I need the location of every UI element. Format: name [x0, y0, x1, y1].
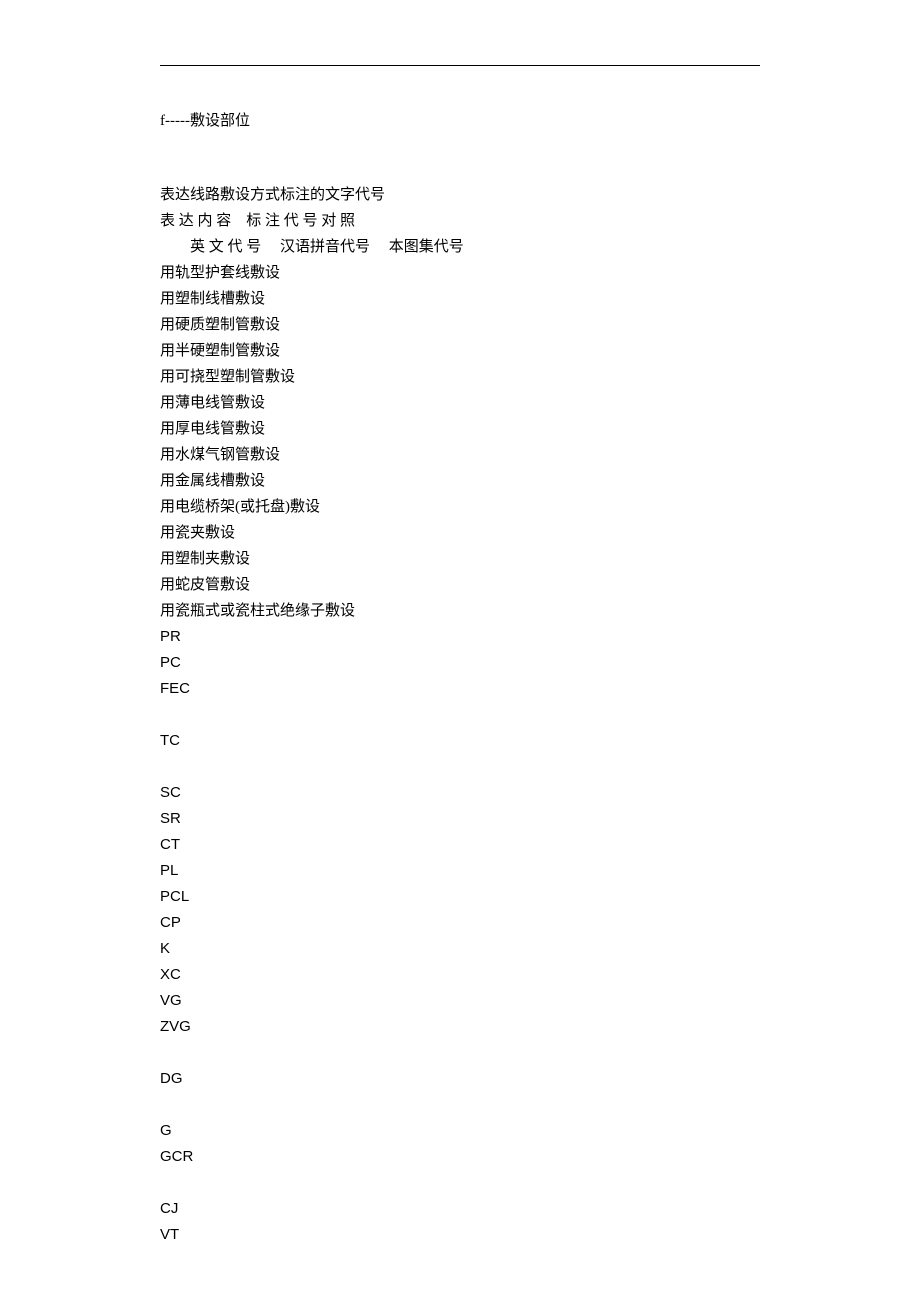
page-divider: [160, 65, 760, 66]
spacer: [160, 1170, 760, 1196]
code-item: CT: [160, 832, 760, 858]
code-item: PCL: [160, 884, 760, 910]
method-item: 用塑制线槽敷设: [160, 286, 760, 312]
spacer: [160, 702, 760, 728]
method-item: 用水煤气钢管敷设: [160, 442, 760, 468]
code-item: DG: [160, 1066, 760, 1092]
header-note: f-----敷设部位: [160, 108, 760, 134]
code-item: CP: [160, 910, 760, 936]
spacer: [160, 754, 760, 780]
code-item: VT: [160, 1222, 760, 1248]
method-item: 用半硬塑制管敷设: [160, 338, 760, 364]
table-header-row2: 英 文 代 号 汉语拼音代号 本图集代号: [160, 234, 760, 260]
code-item: XC: [160, 962, 760, 988]
code-item: CJ: [160, 1196, 760, 1222]
method-item: 用硬质塑制管敷设: [160, 312, 760, 338]
method-item: 用蛇皮管敷设: [160, 572, 760, 598]
method-item: 用厚电线管敷设: [160, 416, 760, 442]
section-title: 表达线路敷设方式标注的文字代号: [160, 182, 760, 208]
code-item: GCR: [160, 1144, 760, 1170]
code-item: SR: [160, 806, 760, 832]
code-item: ZVG: [160, 1014, 760, 1040]
method-item: 用薄电线管敷设: [160, 390, 760, 416]
code-item: PL: [160, 858, 760, 884]
spacer: [160, 1040, 760, 1066]
code-item: SC: [160, 780, 760, 806]
method-item: 用瓷夹敷设: [160, 520, 760, 546]
spacer: [160, 134, 760, 182]
table-header-row1: 表 达 内 容 标 注 代 号 对 照: [160, 208, 760, 234]
method-item: 用瓷瓶式或瓷柱式绝缘子敷设: [160, 598, 760, 624]
spacer: [160, 1092, 760, 1118]
document-page: f-----敷设部位 表达线路敷设方式标注的文字代号 表 达 内 容 标 注 代…: [0, 0, 920, 1308]
code-item: PC: [160, 650, 760, 676]
code-item: PR: [160, 624, 760, 650]
code-item: G: [160, 1118, 760, 1144]
code-item: VG: [160, 988, 760, 1014]
code-item: TC: [160, 728, 760, 754]
code-item: FEC: [160, 676, 760, 702]
method-item: 用塑制夹敷设: [160, 546, 760, 572]
method-item: 用轨型护套线敷设: [160, 260, 760, 286]
method-item: 用可挠型塑制管敷设: [160, 364, 760, 390]
code-item: K: [160, 936, 760, 962]
method-item: 用金属线槽敷设: [160, 468, 760, 494]
method-item: 用电缆桥架(或托盘)敷设: [160, 494, 760, 520]
